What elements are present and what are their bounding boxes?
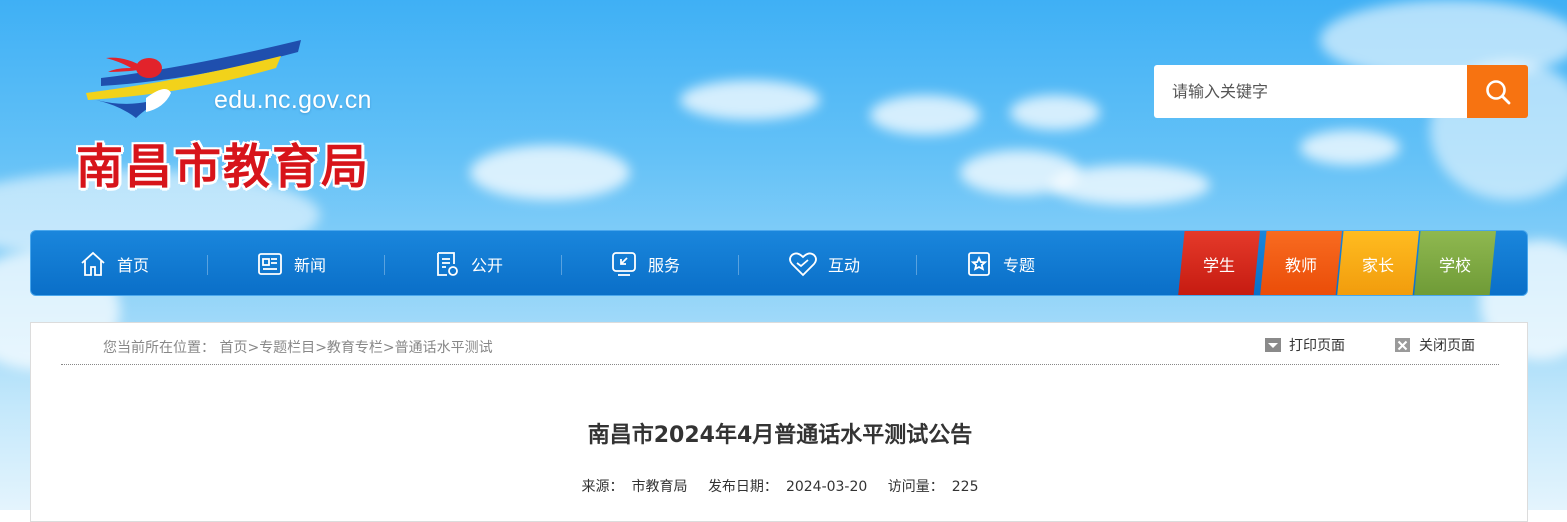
search-icon [1485,79,1510,104]
print-label: 打印页面 [1289,338,1345,354]
nav-divider [207,255,208,275]
home-icon [81,251,105,276]
newspaper-icon [258,253,282,275]
article-panel: 您当前所在位置： 首页>专题栏目>教育专栏>普通话水平测试 打印页面 关闭页面 … [30,322,1528,522]
meta-date-label: 发布日期： [707,479,778,495]
document-icon [437,252,458,276]
nav-divider [561,255,562,275]
nav-item-news[interactable]: 新闻 [256,231,327,295]
print-page-button[interactable]: 打印页面 [1265,335,1345,355]
meta-source-label: 来源： [581,479,624,495]
nav-label: 新闻 [294,256,327,275]
breadcrumb-separator: > [247,340,260,356]
logo-site-name: 南昌市教育局 [76,140,370,195]
search-box [1154,65,1528,118]
nav-divider [738,255,739,275]
nav-label: 互动 [828,256,861,275]
breadcrumb-separator: > [382,340,395,356]
role-label: 家长 [1361,256,1394,275]
role-tab-student[interactable]: 学生 [1178,231,1260,295]
breadcrumb-link-topics[interactable]: 专题栏目 [259,340,315,356]
role-tab-school[interactable]: 学校 [1414,231,1496,295]
role-tab-teacher[interactable]: 教师 [1260,231,1342,295]
breadcrumb: 您当前所在位置： 首页>专题栏目>教育专栏>普通话水平测试 [103,337,493,357]
meta-date: 发布日期： 2024-03-20 [704,479,871,495]
nav-divider [916,255,917,275]
breadcrumb-prefix: 您当前所在位置： [103,340,215,356]
meta-views-label: 访问量： [887,479,944,495]
site-logo[interactable]: edu.nc.gov.cn 南昌市教育局 [76,38,396,195]
breadcrumb-separator: > [315,340,327,356]
meta-views-value: 225 [951,479,979,495]
meta-source-value: 市教育局 [631,479,688,495]
print-icon [1265,338,1281,352]
topic-icon [968,252,990,276]
search-button[interactable] [1467,65,1528,118]
main-nav: 首页 新闻 公开 服务 互动 专题 学生 教师 家长 学校 [30,230,1528,296]
nav-label: 公开 [471,256,504,275]
nav-label: 服务 [648,256,681,275]
nav-item-interaction[interactable]: 互动 [788,231,861,295]
heart-icon [789,252,817,277]
role-tab-parent[interactable]: 家长 [1337,231,1419,295]
breadcrumb-divider [61,364,1499,365]
role-label: 学校 [1438,256,1471,275]
close-label: 关闭页面 [1419,338,1475,354]
service-icon [612,252,636,276]
nav-label: 专题 [1003,256,1036,275]
logo-domain-text: edu.nc.gov.cn [214,86,372,114]
nav-item-topic[interactable]: 专题 [965,231,1036,295]
close-icon [1395,338,1410,352]
search-input[interactable] [1154,65,1467,118]
breadcrumb-link-current[interactable]: 普通话水平测试 [395,340,493,356]
breadcrumb-link-education[interactable]: 教育专栏 [327,340,383,356]
meta-source: 来源： 市教育局 [577,479,691,495]
nav-item-public[interactable]: 公开 [433,231,504,295]
close-page-button[interactable]: 关闭页面 [1395,335,1475,355]
nav-divider [384,255,385,275]
meta-date-value: 2024-03-20 [785,479,868,495]
meta-views: 访问量： 225 [884,479,983,495]
nav-item-home[interactable]: 首页 [79,231,150,295]
breadcrumb-link-home[interactable]: 首页 [219,340,247,356]
role-label: 教师 [1284,256,1317,275]
article-title: 南昌市2024年4月普通话水平测试公告 [587,423,973,448]
nav-item-service[interactable]: 服务 [610,231,681,295]
article-meta: 来源： 市教育局 发布日期： 2024-03-20 访问量： 225 [31,476,1529,496]
role-label: 学生 [1202,256,1235,275]
nav-label: 首页 [117,256,150,275]
